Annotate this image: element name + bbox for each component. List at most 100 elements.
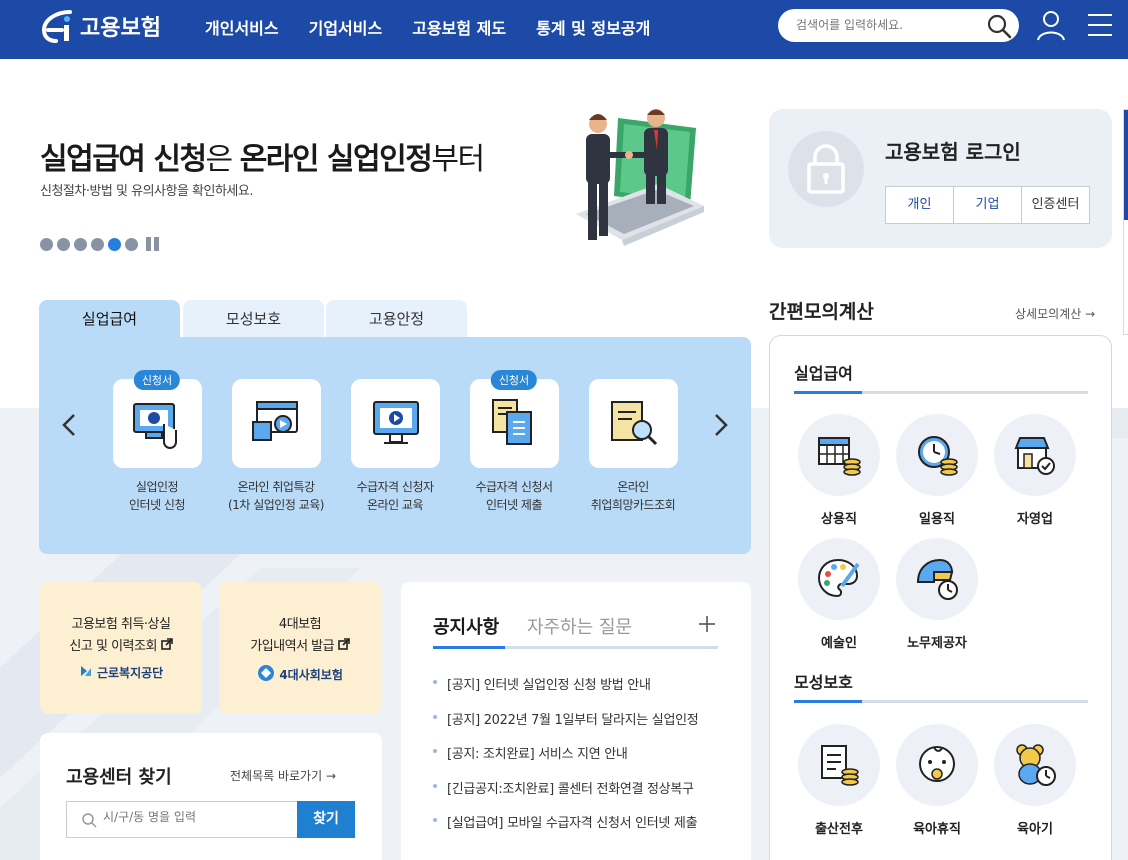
slide-dot-active[interactable] [108,237,121,251]
notice-item[interactable]: [공지] 인터넷 실업인정 신청 방법 안내 [433,674,723,709]
calc-artist[interactable]: 예술인 [798,538,880,651]
calc-label: 예술인 [821,636,857,651]
menu-icon[interactable] [1084,8,1118,42]
nav-statistics[interactable]: 통계 및 정보공개 [536,15,650,39]
pause-icon[interactable] [146,237,162,251]
calc-self-employed[interactable]: 자영업 [994,414,1076,527]
four-insurance-card[interactable]: 4대보험 가입내역서 발급 4대사회보험 [219,582,381,714]
service-icon-box: 신청서 [469,370,559,468]
slide-dot[interactable] [125,237,138,251]
slide-dot[interactable] [57,237,70,251]
plus-icon[interactable] [697,614,717,634]
org-name: 근로복지공단 [96,666,164,680]
tab-faq[interactable]: 자주하는 질문 [527,613,632,639]
chevron-right-icon[interactable] [708,410,732,440]
clock-coins-icon [918,436,958,476]
hero-title[interactable]: 실업급여 신청은 온라인 실업인정부터 [40,134,485,178]
application-badge: 신청서 [490,370,538,390]
calc-daily-worker[interactable]: 일용직 [896,414,978,527]
calculator-panel: 실업급여 상용직 일용직 자영업 예술인 노무제공자 모성보호 출산전후 육아휴… [769,335,1112,860]
notice-list: [공지] 인터넷 실업인정 신청 방법 안내 [공지] 2022년 7월 1일부… [433,674,723,847]
tab-employment-stability[interactable]: 고용안정 [326,300,467,338]
four-insurance-logo-icon [257,664,275,685]
detailed-calc-link[interactable]: 상세모의계산 → [1015,305,1095,322]
service-online-lecture[interactable]: 온라인 취업특강 (1차 실업인정 교육) [216,379,336,514]
calc-maternity-leave[interactable]: 출산전후 [798,724,880,837]
find-button[interactable]: 찾기 [297,801,355,838]
slide-dot[interactable] [91,237,104,251]
detailed-calc-label: 상세모의계산 [1015,307,1082,321]
login-title: 고용보험 로그인 [885,140,1021,164]
side-quick-menu[interactable] [1123,109,1128,335]
employment-center-finder: 고용센터 찾기 전체목록 바로가기 → 찾기 [40,733,382,860]
handshake-illustration [568,106,708,254]
document-coins-icon [821,745,859,786]
hero-title-part: 은 [205,142,240,177]
service-online-certification[interactable]: 신청서 실업인정 인터넷 신청 [97,370,217,514]
all-list-link[interactable]: 전체목록 바로가기 → [230,767,336,784]
notice-item[interactable]: [실업급여] 모바일 수급자격 신청서 인터넷 제출 [433,812,723,847]
nav-business-service[interactable]: 기업서비스 [309,15,383,39]
helmet-clock-icon [916,558,958,600]
notice-tab-underline [433,646,718,649]
slide-dot[interactable] [74,237,87,251]
nav-personal-service[interactable]: 개인서비스 [205,15,279,39]
tab-unemployment-benefit[interactable]: 실업급여 [39,300,180,338]
chevron-left-icon[interactable] [58,410,82,440]
documents-icon [491,399,532,445]
notice-item[interactable]: [공지: 조치완료] 서비스 지연 안내 [433,743,723,778]
login-card: 고용보험 로그인 개인 기업 인증센터 [769,109,1112,248]
user-icon[interactable] [1034,8,1068,42]
slide-dot[interactable] [40,237,53,251]
service-label: 수급자격 신청서 [475,480,553,494]
login-business-button[interactable]: 기업 [953,186,1022,224]
calc-labor-provider[interactable]: 노무제공자 [896,538,978,651]
ei-logo-icon [40,8,76,44]
calc-label: 출산전후 [815,822,863,837]
login-personal-button[interactable]: 개인 [885,186,954,224]
lock-icon [788,131,864,207]
calc-childcare-period[interactable]: 육아기 [994,724,1076,837]
nav-insurance-system[interactable]: 고용보험 제도 [412,15,506,39]
calculator-title: 간편모의계산 [769,301,874,323]
calc-parental-leave[interactable]: 육아휴직 [896,724,978,837]
region-input[interactable] [103,810,288,824]
search-input[interactable] [796,15,976,35]
card-text: 가입내역서 발급 [250,639,335,654]
service-online-education[interactable]: 수급자격 신청자 온라인 교육 [335,379,455,514]
tab-maternity-protection[interactable]: 모성보호 [183,300,324,338]
notice-item[interactable]: [긴급공지:조치완료] 콜센터 전화연결 정상복구 [433,778,723,813]
service-label: 온라인 취업특강 [237,480,315,494]
calc-label: 일용직 [919,512,955,527]
site-logo[interactable]: 고용보험 [40,8,161,44]
hero-title-part: 실업급여 신청 [40,142,207,177]
notice-item[interactable]: [공지] 2022년 7월 1일부터 달라지는 실업인정 [433,709,723,744]
external-link-icon [337,638,350,654]
all-list-label: 전체목록 바로가기 [230,769,323,783]
search-icon[interactable] [985,12,1013,40]
service-job-card-lookup[interactable]: 온라인 취업희망카드조회 [573,379,693,514]
tab-notice[interactable]: 공지사항 [433,613,499,639]
section-maternity: 모성보호 [794,673,853,692]
service-label: 취업희망카드조회 [590,498,676,512]
teddy-bear-clock-icon [1016,744,1056,786]
service-label: 실업인정 [135,480,179,494]
service-icon-box [350,379,440,468]
insurance-history-card[interactable]: 고용보험 취득·상실 신고 및 이력조회 근로복지공단 [40,582,202,714]
calc-regular-worker[interactable]: 상용직 [798,414,880,527]
calc-label: 육아기 [1017,822,1053,837]
card-text: 4대보험 [278,617,322,632]
service-label: 인터넷 신청 [128,498,186,512]
baby-icon [919,746,955,782]
finder-title: 고용센터 찾기 [66,767,172,788]
org-name: 4대사회보험 [279,668,343,682]
monitor-click-icon [132,403,177,449]
service-qualification-submit[interactable]: 신청서 수급자격 신청서 인터넷 제출 [454,370,574,514]
site-header: 고용보험 개인서비스 기업서비스 고용보험 제도 통계 및 정보공개 [0,0,1128,59]
store-check-icon [1014,437,1055,475]
certificate-center-button[interactable]: 인증센터 [1021,186,1090,224]
hero-subtitle: 신청절차·방법 및 유의사항을 확인하세요. [40,184,253,199]
calc-label: 상용직 [821,512,857,527]
notice-panel: 공지사항 자주하는 질문 [공지] 인터넷 실업인정 신청 방법 안내 [공지]… [401,582,751,860]
kcomwel-logo-icon [79,664,93,681]
